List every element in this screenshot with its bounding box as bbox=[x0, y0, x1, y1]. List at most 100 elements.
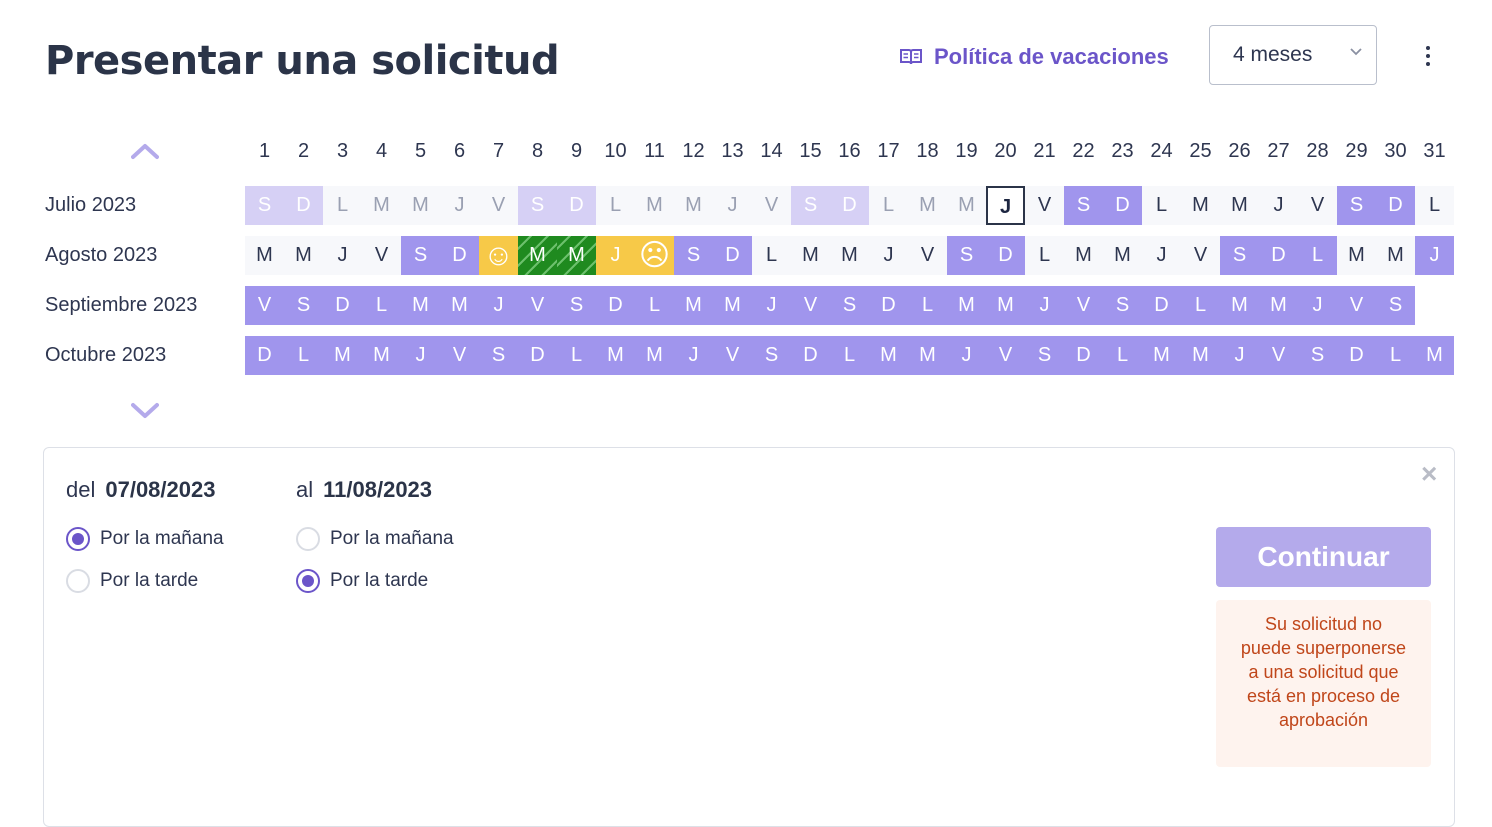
day-cell[interactable]: L bbox=[830, 336, 869, 375]
day-cell[interactable]: J bbox=[323, 236, 362, 275]
day-cell[interactable]: V bbox=[986, 336, 1025, 375]
day-cell[interactable]: S bbox=[284, 286, 323, 325]
day-cell[interactable]: S bbox=[245, 186, 284, 225]
day-cell[interactable]: J bbox=[1298, 286, 1337, 325]
day-cell[interactable]: M bbox=[596, 336, 635, 375]
day-cell[interactable]: V bbox=[908, 236, 947, 275]
day-cell[interactable]: V bbox=[245, 286, 284, 325]
day-smile-icon[interactable]: ☺ bbox=[479, 236, 518, 275]
day-cell[interactable]: S bbox=[752, 336, 791, 375]
day-cell[interactable]: M bbox=[1337, 236, 1376, 275]
day-cell[interactable]: S bbox=[791, 186, 830, 225]
day-cell[interactable]: J bbox=[1220, 336, 1259, 375]
day-cell[interactable]: J bbox=[1259, 186, 1298, 225]
day-cell[interactable]: M bbox=[1142, 336, 1181, 375]
day-cell[interactable]: D bbox=[1259, 236, 1298, 275]
day-cell[interactable]: J bbox=[1415, 236, 1454, 275]
day-cell[interactable]: D bbox=[1142, 286, 1181, 325]
day-cell[interactable]: M bbox=[908, 336, 947, 375]
day-cell[interactable]: M bbox=[362, 336, 401, 375]
day-cell[interactable]: D bbox=[1337, 336, 1376, 375]
day-cell[interactable]: V bbox=[440, 336, 479, 375]
day-cell[interactable]: M bbox=[245, 236, 284, 275]
continue-button[interactable]: Continuar bbox=[1216, 527, 1431, 587]
day-cell[interactable]: M bbox=[1181, 336, 1220, 375]
day-cell[interactable]: L bbox=[362, 286, 401, 325]
day-cell[interactable]: L bbox=[1103, 336, 1142, 375]
day-frown-icon[interactable]: ☹ bbox=[635, 236, 674, 275]
day-cell[interactable]: M bbox=[674, 186, 713, 225]
day-cell[interactable]: D bbox=[1103, 186, 1142, 225]
day-cell[interactable]: M bbox=[908, 186, 947, 225]
day-cell[interactable]: S bbox=[1337, 186, 1376, 225]
vacation-policy-link[interactable]: Política de vacaciones bbox=[900, 44, 1169, 70]
day-cell[interactable]: V bbox=[1025, 186, 1064, 225]
day-cell[interactable]: L bbox=[557, 336, 596, 375]
day-cell[interactable]: M bbox=[1220, 286, 1259, 325]
day-cell[interactable]: V bbox=[479, 186, 518, 225]
day-cell[interactable]: S bbox=[401, 236, 440, 275]
day-cell[interactable]: M bbox=[323, 336, 362, 375]
day-cell[interactable]: L bbox=[323, 186, 362, 225]
day-cell[interactable]: M bbox=[986, 286, 1025, 325]
radio-circle[interactable] bbox=[66, 569, 90, 593]
day-cell[interactable]: D bbox=[791, 336, 830, 375]
day-cell[interactable]: L bbox=[1181, 286, 1220, 325]
day-cell[interactable]: J bbox=[713, 186, 752, 225]
day-cell[interactable]: V bbox=[1181, 236, 1220, 275]
day-cell[interactable]: V bbox=[1298, 186, 1337, 225]
day-cell[interactable]: V bbox=[518, 286, 557, 325]
day-cell[interactable]: J bbox=[869, 236, 908, 275]
day-cell[interactable]: V bbox=[1337, 286, 1376, 325]
day-cell[interactable]: M bbox=[1181, 186, 1220, 225]
day-cell[interactable]: S bbox=[1298, 336, 1337, 375]
day-cell[interactable]: L bbox=[1298, 236, 1337, 275]
day-cell[interactable]: M bbox=[1220, 186, 1259, 225]
day-cell[interactable]: D bbox=[557, 186, 596, 225]
day-cell[interactable]: L bbox=[596, 186, 635, 225]
period-select[interactable]: 4 meses bbox=[1209, 25, 1377, 85]
to-afternoon-radio[interactable]: Por la tarde bbox=[296, 569, 428, 593]
day-cell[interactable]: J bbox=[479, 286, 518, 325]
day-cell[interactable]: L bbox=[635, 286, 674, 325]
day-cell[interactable]: D bbox=[1064, 336, 1103, 375]
day-cell[interactable]: S bbox=[1376, 286, 1415, 325]
day-cell[interactable]: S bbox=[1220, 236, 1259, 275]
day-cell[interactable]: D bbox=[323, 286, 362, 325]
close-icon[interactable]: × bbox=[1421, 458, 1437, 490]
day-cell[interactable]: M bbox=[869, 336, 908, 375]
day-cell[interactable]: V bbox=[1064, 286, 1103, 325]
day-cell[interactable]: M bbox=[791, 236, 830, 275]
day-cell[interactable]: L bbox=[752, 236, 791, 275]
day-cell[interactable]: S bbox=[557, 286, 596, 325]
day-cell[interactable]: J bbox=[401, 336, 440, 375]
day-cell[interactable]: J bbox=[674, 336, 713, 375]
day-cell[interactable]: L bbox=[1025, 236, 1064, 275]
day-cell[interactable]: D bbox=[596, 286, 635, 325]
day-cell[interactable]: M bbox=[440, 286, 479, 325]
day-cell[interactable]: S bbox=[1025, 336, 1064, 375]
day-cell[interactable]: M bbox=[1259, 286, 1298, 325]
day-cell[interactable]: M bbox=[401, 286, 440, 325]
day-cell[interactable]: M bbox=[284, 236, 323, 275]
day-cell[interactable]: L bbox=[1415, 186, 1454, 225]
from-afternoon-radio[interactable]: Por la tarde bbox=[66, 569, 198, 593]
day-cell[interactable]: V bbox=[1259, 336, 1298, 375]
day-cell[interactable]: L bbox=[908, 286, 947, 325]
to-morning-radio[interactable]: Por la mañana bbox=[296, 527, 454, 551]
day-cell[interactable]: L bbox=[1142, 186, 1181, 225]
radio-circle[interactable] bbox=[296, 527, 320, 551]
day-cell[interactable]: M bbox=[1064, 236, 1103, 275]
day-cell[interactable]: J bbox=[596, 236, 635, 275]
day-cell[interactable]: S bbox=[947, 236, 986, 275]
day-cell[interactable]: M bbox=[1103, 236, 1142, 275]
radio-circle[interactable] bbox=[66, 527, 90, 551]
day-cell[interactable]: M bbox=[947, 286, 986, 325]
day-cell[interactable]: M bbox=[362, 186, 401, 225]
day-cell[interactable]: S bbox=[830, 286, 869, 325]
radio-circle[interactable] bbox=[296, 569, 320, 593]
day-cell[interactable]: S bbox=[674, 236, 713, 275]
day-cell[interactable]: M bbox=[1376, 236, 1415, 275]
day-cell[interactable]: D bbox=[713, 236, 752, 275]
day-cell[interactable]: J bbox=[1142, 236, 1181, 275]
